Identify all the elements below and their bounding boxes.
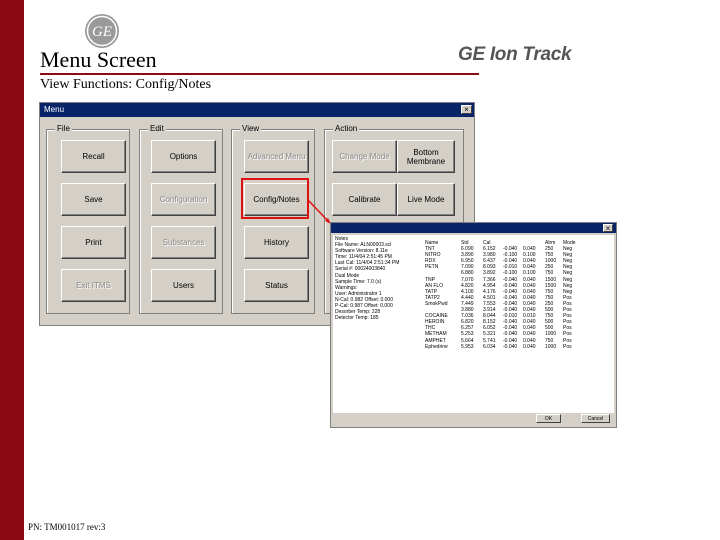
table-cell: Ephedrine (425, 343, 448, 350)
table-cell: 1000 (545, 343, 557, 350)
table-cell: 0.040 (523, 343, 536, 350)
table-row: Ephedrine 5.953 6.034 -0.040 0.040 1000 Pos (425, 344, 577, 350)
footer-part-number: PN: TM001017 rev:3 (28, 522, 106, 532)
notes-line: Detector Temp: 185 (335, 315, 379, 322)
notes-info: Notes File Name: ALN00003.scl Software V… (335, 236, 429, 321)
table-cell: 6.034 (483, 343, 496, 350)
ok-button[interactable]: OK (536, 414, 561, 423)
notes-panel: Notes File Name: ALN00003.scl Software V… (333, 235, 614, 413)
table-cell: 5.953 (461, 343, 474, 350)
substance-table: Name Std Cal Alrm Mode TNT 6.090 6.152 -0.040 0.0… (425, 240, 577, 350)
notes-window: × Notes File Name: ALN00003.scl Software… (330, 222, 617, 428)
notes-window-close-button[interactable]: × (603, 224, 613, 233)
cancel-button[interactable]: Cancel (581, 414, 610, 423)
table-cell: -0.040 (503, 343, 518, 350)
notes-window-titlebar[interactable]: × (331, 223, 616, 233)
table-cell: Pos (563, 343, 572, 350)
